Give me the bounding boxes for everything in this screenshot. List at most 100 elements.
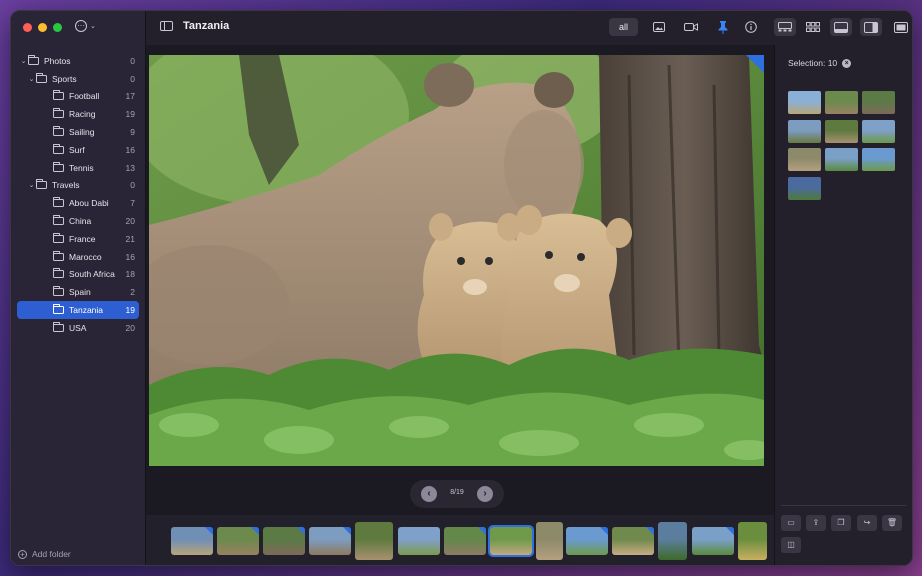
next-photo-button[interactable]: › — [477, 486, 493, 502]
sidebar-item-china[interactable]: China 20 — [17, 212, 139, 230]
sidebar-item-label: Sailing — [69, 127, 95, 138]
sidebar-item-south-africa[interactable]: South Africa 18 — [17, 266, 139, 284]
sidebar-item-sports[interactable]: ⌄ Sports 0 — [17, 70, 139, 88]
sidebar-item-usa[interactable]: USA 20 — [17, 319, 139, 337]
filmstrip-thumbnail[interactable] — [355, 522, 393, 560]
sidebar-item-label: South Africa — [69, 269, 115, 280]
sidebar-item-football[interactable]: Football 17 — [17, 88, 139, 106]
share-icon: ⇪ — [812, 518, 820, 527]
sidebar-item-racing[interactable]: Racing 19 — [17, 105, 139, 123]
flag-marker-icon — [746, 55, 764, 73]
filmstrip-thumbnail[interactable] — [488, 525, 534, 557]
sidebar-item-label: China — [69, 216, 92, 227]
chevron-down-icon[interactable]: ⌄ — [19, 57, 28, 65]
sidebar-item-tanzania[interactable]: Tanzania 19 — [17, 301, 139, 319]
app-window: ··· ⌄ ⌄ Photos 0 ⌄ Sports 0 Football 17 Racing 19… — [10, 10, 913, 566]
filmstrip-thumbnail[interactable] — [612, 527, 654, 555]
filter-videos-button[interactable] — [682, 18, 700, 36]
bottom-panel-toggle-button[interactable] — [830, 18, 852, 36]
sidebar-item-abou-dabi[interactable]: Abou Dabi 7 — [17, 194, 139, 212]
sidebar-item-count: 19 — [125, 305, 135, 316]
share-button[interactable]: ⇪ — [806, 515, 826, 531]
video-icon — [684, 23, 698, 31]
selected-photo-thumbnail[interactable] — [862, 148, 895, 171]
filmstrip — [146, 515, 774, 565]
right-panel-toggle-button[interactable] — [860, 18, 882, 36]
main-photo[interactable] — [149, 55, 764, 466]
sidebar-toggle-icon[interactable] — [160, 21, 173, 31]
sidebar-item-marocco[interactable]: Marocco 16 — [17, 248, 139, 266]
delete-button[interactable]: 🗑 — [882, 515, 902, 531]
photo-icon — [653, 22, 665, 32]
filmstrip-thumbnail[interactable] — [217, 527, 259, 555]
duplicate-button[interactable]: ❐ — [831, 515, 851, 531]
lions-photo-image — [149, 55, 764, 466]
right-panel-icon — [864, 21, 878, 33]
sidebar-item-count: 20 — [125, 322, 135, 333]
sidebar-item-spain[interactable]: Spain 2 — [17, 283, 139, 301]
sidebar-item-france[interactable]: France 21 — [17, 230, 139, 248]
selected-photo-thumbnail[interactable] — [825, 91, 858, 114]
filmstrip-thumbnail[interactable] — [658, 522, 687, 560]
filmstrip-thumbnail[interactable] — [263, 527, 305, 555]
sidebar-item-count: 16 — [125, 144, 135, 155]
previous-photo-button[interactable]: ‹ — [421, 486, 437, 502]
pin-button[interactable] — [714, 18, 732, 36]
filmstrip-thumbnail[interactable] — [171, 527, 213, 555]
add-folder-button[interactable]: + Add folder — [18, 549, 71, 559]
zoom-button[interactable] — [53, 23, 62, 32]
folder-icon — [36, 72, 47, 83]
selection-header: Selection: 10 × — [788, 58, 852, 68]
folder-tree: ⌄ Photos 0 ⌄ Sports 0 Football 17 Racing 19 Sailin… — [17, 52, 139, 337]
folder-icon — [53, 215, 64, 226]
chevron-down-icon[interactable]: ⌄ — [27, 181, 36, 189]
sidebar-item-surf[interactable]: Surf 16 — [17, 141, 139, 159]
close-button[interactable] — [23, 23, 32, 32]
filter-all-button[interactable]: all — [609, 18, 638, 36]
selection-count: Selection: 10 — [788, 58, 838, 68]
sidebar-item-label: USA — [69, 322, 87, 333]
fullscreen-button[interactable] — [890, 18, 912, 36]
forward-button[interactable]: ↪ — [857, 515, 877, 531]
selected-photo-thumbnail[interactable] — [862, 119, 895, 143]
folder-icon — [53, 268, 64, 279]
sidebar-item-travels[interactable]: ⌄ Travels 0 — [17, 177, 139, 195]
filmstrip-thumbnail[interactable] — [444, 527, 486, 555]
flag-marker-icon — [600, 527, 608, 535]
selected-photo-thumbnail[interactable] — [788, 91, 821, 114]
sidebar-item-sailing[interactable]: Sailing 9 — [17, 123, 139, 141]
pin-icon — [718, 20, 728, 34]
sidebar-item-tennis[interactable]: Tennis 13 — [17, 159, 139, 177]
info-button[interactable] — [742, 18, 760, 36]
filmstrip-thumbnail[interactable] — [566, 527, 608, 555]
window-controls — [23, 23, 62, 32]
more-menu-button[interactable]: ··· ⌄ — [75, 20, 96, 32]
photo-navigation: ‹ 8/19 › — [410, 480, 504, 508]
filmstrip-view-button[interactable] — [774, 18, 796, 36]
filmstrip-thumbnail[interactable] — [738, 522, 767, 560]
sidebar-item-label: Surf — [69, 144, 85, 155]
selected-photo-thumbnail[interactable] — [825, 119, 858, 143]
selected-photo-thumbnail[interactable] — [788, 119, 821, 143]
move-to-folder-button[interactable]: ▭ — [781, 515, 801, 531]
selected-photo-thumbnail[interactable] — [825, 148, 858, 171]
sidebar-item-label: Abou Dabi — [69, 198, 109, 209]
filter-photos-button[interactable] — [650, 18, 668, 36]
compare-icon: ◫ — [787, 540, 795, 549]
clear-selection-icon[interactable]: × — [842, 58, 852, 68]
grid-view-icon — [806, 22, 820, 32]
compare-button[interactable]: ◫ — [781, 537, 801, 553]
filmstrip-thumbnail[interactable] — [309, 527, 351, 555]
selected-photo-thumbnail[interactable] — [862, 91, 895, 114]
sidebar-item-photos[interactable]: ⌄ Photos 0 — [17, 52, 139, 70]
filmstrip-thumbnail[interactable] — [398, 527, 440, 555]
selected-photo-thumbnail[interactable] — [788, 176, 821, 200]
chevron-down-icon[interactable]: ⌄ — [27, 75, 36, 83]
plus-icon: + — [18, 549, 27, 559]
minimize-button[interactable] — [38, 23, 47, 32]
grid-view-button[interactable] — [802, 18, 824, 36]
filmstrip-thumbnail[interactable] — [692, 527, 734, 555]
sidebar-item-label: Travels — [52, 180, 80, 191]
selected-photo-thumbnail[interactable] — [788, 148, 821, 171]
filmstrip-thumbnail[interactable] — [536, 522, 563, 560]
